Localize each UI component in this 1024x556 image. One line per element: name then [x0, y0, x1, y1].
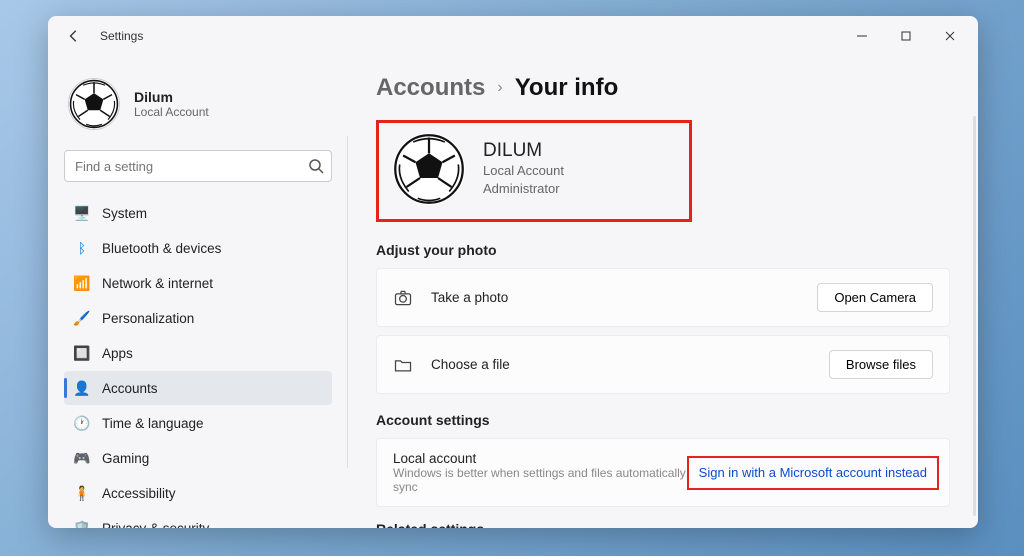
browse-files-button[interactable]: Browse files — [829, 350, 933, 379]
window-title: Settings — [100, 29, 143, 43]
nav: 🖥️System ᛒBluetooth & devices 📶Network &… — [64, 196, 332, 528]
sidebar: Dilum Local Account 🖥️System ᛒBluetooth … — [48, 56, 348, 528]
take-photo-label: Take a photo — [431, 290, 817, 305]
system-icon: 🖥️ — [74, 205, 90, 221]
accessibility-icon: 🧍 — [74, 485, 90, 501]
apps-icon: 🔲 — [74, 345, 90, 361]
account-type-label: Local account — [393, 451, 687, 466]
close-button[interactable] — [928, 21, 972, 51]
camera-icon — [393, 288, 413, 308]
back-button[interactable] — [62, 24, 86, 48]
profile-subtitle: Local Account — [134, 105, 209, 119]
user-avatar — [393, 133, 465, 205]
breadcrumb-parent[interactable]: Accounts — [376, 74, 485, 102]
nav-gaming[interactable]: 🎮Gaming — [64, 441, 332, 475]
user-name: DILUM — [483, 140, 564, 162]
wifi-icon: 📶 — [74, 275, 90, 291]
settings-window: Settings Dilum Local Account — [48, 16, 978, 528]
nav-system[interactable]: 🖥️System — [64, 196, 332, 230]
account-sub-label: Windows is better when settings and file… — [393, 466, 687, 494]
open-camera-button[interactable]: Open Camera — [817, 283, 933, 312]
profile-name: Dilum — [134, 89, 209, 105]
breadcrumb: Accounts › Your info — [376, 74, 950, 102]
choose-file-card: Choose a file Browse files — [376, 335, 950, 394]
section-related-settings: Related settings — [376, 521, 950, 528]
nav-privacy[interactable]: 🛡️Privacy & security — [64, 511, 332, 528]
avatar — [68, 78, 120, 130]
user-type: Local Account — [483, 162, 564, 180]
section-adjust-photo: Adjust your photo — [376, 242, 950, 258]
user-info-card: DILUM Local Account Administrator — [376, 120, 692, 222]
section-account-settings: Account settings — [376, 412, 950, 428]
maximize-button[interactable] — [884, 21, 928, 51]
nav-accounts[interactable]: 👤Accounts — [64, 371, 332, 405]
titlebar: Settings — [48, 16, 978, 56]
nav-accessibility[interactable]: 🧍Accessibility — [64, 476, 332, 510]
profile-block[interactable]: Dilum Local Account — [64, 70, 332, 144]
search-icon — [308, 158, 324, 174]
user-role: Administrator — [483, 180, 564, 198]
scrollbar[interactable] — [973, 116, 976, 516]
main-panel: Accounts › Your info DILUM Local Account… — [348, 56, 978, 528]
take-photo-card: Take a photo Open Camera — [376, 268, 950, 327]
minimize-button[interactable] — [840, 21, 884, 51]
clock-icon: 🕐 — [74, 415, 90, 431]
person-icon: 👤 — [74, 380, 90, 396]
search-input[interactable] — [64, 150, 332, 182]
shield-icon: 🛡️ — [74, 520, 90, 528]
brush-icon: 🖌️ — [74, 310, 90, 326]
nav-bluetooth[interactable]: ᛒBluetooth & devices — [64, 231, 332, 265]
sign-in-link-highlight: Sign in with a Microsoft account instead — [687, 456, 939, 490]
page-title: Your info — [515, 74, 619, 102]
nav-apps[interactable]: 🔲Apps — [64, 336, 332, 370]
nav-network[interactable]: 📶Network & internet — [64, 266, 332, 300]
sign-in-microsoft-link[interactable]: Sign in with a Microsoft account instead — [699, 465, 927, 480]
choose-file-label: Choose a file — [431, 357, 829, 372]
nav-time[interactable]: 🕐Time & language — [64, 406, 332, 440]
bluetooth-icon: ᛒ — [74, 240, 90, 256]
nav-personalization[interactable]: 🖌️Personalization — [64, 301, 332, 335]
gaming-icon: 🎮 — [74, 450, 90, 466]
chevron-right-icon: › — [497, 79, 502, 97]
folder-icon — [393, 355, 413, 375]
account-card: Local account Windows is better when set… — [376, 438, 950, 507]
